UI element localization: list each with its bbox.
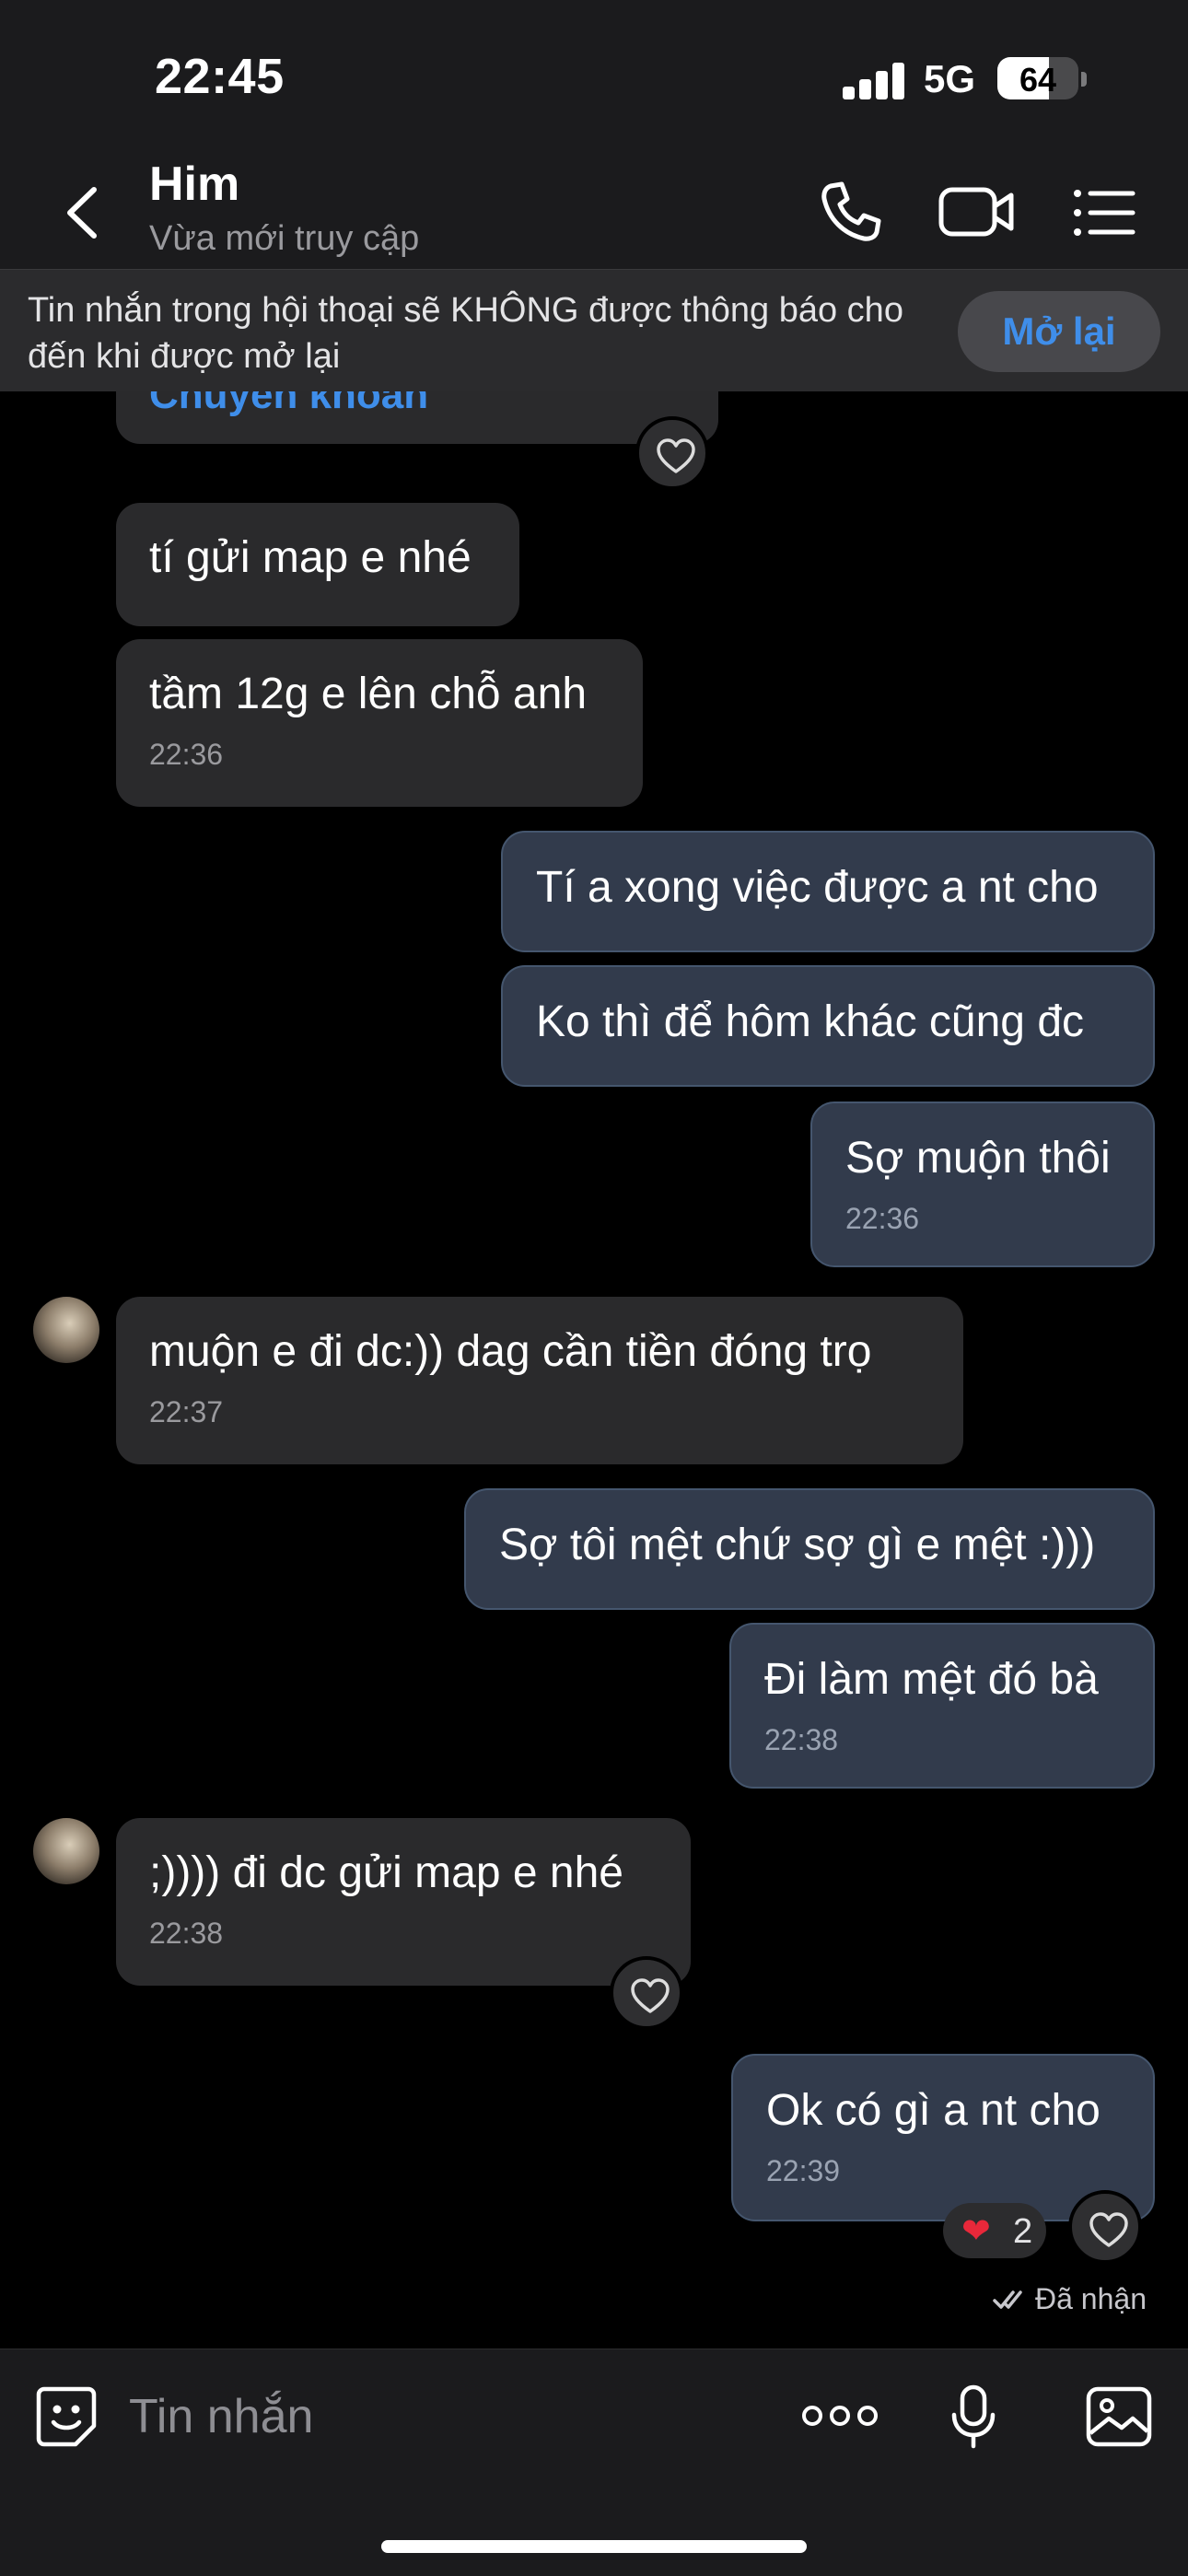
microphone-icon: [951, 2384, 996, 2449]
message-input[interactable]: [129, 2382, 774, 2452]
more-options-button[interactable]: [801, 2400, 879, 2431]
heart-reaction-button[interactable]: [610, 1956, 683, 2030]
battery-level: 64: [1019, 61, 1057, 99]
message-text: tầm 12g e lên chỗ anh: [149, 670, 588, 718]
message-text: Sợ muộn thôi: [845, 1134, 1111, 1183]
message-bubble-outgoing[interactable]: Đi làm mệt đó bà 22:38: [729, 1623, 1155, 1789]
message-bubble-outgoing[interactable]: Sợ muộn thôi 22:36: [810, 1102, 1155, 1267]
image-picker-button[interactable]: [1085, 2385, 1153, 2448]
heart-outline-icon: [631, 1978, 670, 2013]
video-call-button[interactable]: [938, 175, 1017, 249]
message-time: 22:37: [149, 1395, 224, 1428]
message-bubble-incoming[interactable]: tầm 12g e lên chỗ anh 22:36: [116, 639, 643, 807]
reopen-notifications-button[interactable]: Mở lại: [958, 291, 1160, 372]
message-bubble-outgoing[interactable]: Sợ tôi mệt chứ sợ gì e mệt :))): [464, 1488, 1155, 1610]
home-indicator[interactable]: [381, 2540, 807, 2553]
delivery-status: Đã nhận: [1035, 2282, 1147, 2315]
video-camera-icon: [938, 187, 1014, 237]
message-time: 22:36: [149, 738, 224, 771]
mute-notice-text: Tin nhắn trong hội thoại sẽ KHÔNG được t…: [28, 291, 903, 376]
message-time: 22:38: [764, 1723, 839, 1756]
heart-reaction-button[interactable]: [635, 416, 709, 490]
more-dots-icon: [802, 2406, 878, 2426]
emoji-button[interactable]: [33, 2384, 99, 2450]
phone-icon: [821, 181, 881, 241]
message-text: Ok có gì a nt cho: [766, 2086, 1101, 2135]
reaction-count: 2: [1013, 2212, 1033, 2251]
list-icon: [1074, 190, 1136, 236]
contact-name[interactable]: Him: [149, 157, 239, 212]
message-time: 22:38: [149, 1917, 224, 1950]
signal-icon: [843, 63, 905, 99]
menu-button[interactable]: [1070, 181, 1136, 245]
message-text: ;)))) đi dc gửi map e nhé: [149, 1848, 623, 1897]
emoji-sticker-icon: [36, 2386, 97, 2447]
message-bubble-outgoing[interactable]: Tí a xong việc được a nt cho: [501, 831, 1155, 952]
status-time: 22:45: [155, 49, 285, 104]
message-text: Sợ tôi mệt chứ sợ gì e mệt :))): [499, 1521, 1096, 1569]
presence-status: Vừa mới truy cập: [149, 219, 420, 258]
double-check-icon: [993, 2290, 1022, 2309]
message-bubble-incoming[interactable]: tí gửi map e nhé: [116, 503, 519, 626]
battery-cap: [1081, 72, 1087, 87]
heart-reaction-button[interactable]: [1068, 2190, 1142, 2264]
message-time: 22:36: [845, 1202, 920, 1235]
message-bubble-incoming[interactable]: muộn e đi dc:)) dag cần tiền đóng trọ 22…: [116, 1297, 963, 1464]
battery-icon: 64: [997, 57, 1078, 99]
message-text: Đi làm mệt đó bà: [764, 1655, 1099, 1704]
avatar[interactable]: [33, 1297, 99, 1363]
message-text: Tí a xong việc được a nt cho: [536, 863, 1099, 912]
message-time: 22:39: [766, 2154, 841, 2187]
reaction-heart-icon: ❤: [961, 2212, 991, 2251]
message-text: tí gửi map e nhé: [149, 533, 472, 582]
message-text: Ko thì để hôm khác cũng đc: [536, 997, 1085, 1046]
microphone-button[interactable]: [949, 2384, 998, 2450]
message-bubble-outgoing[interactable]: Ko thì để hôm khác cũng đc: [501, 965, 1155, 1087]
message-text: muộn e đi dc:)) dag cần tiền đóng trọ: [149, 1327, 872, 1376]
back-button[interactable]: [55, 181, 111, 245]
heart-outline-icon: [657, 438, 695, 473]
call-button[interactable]: [814, 175, 888, 249]
heart-outline-icon: [1089, 2212, 1128, 2247]
chevron-left-icon: [67, 187, 97, 239]
message-bubble-incoming[interactable]: ;)))) đi dc gửi map e nhé 22:38: [116, 1818, 691, 1986]
image-icon: [1086, 2386, 1152, 2447]
network-type: 5G: [924, 57, 976, 100]
avatar[interactable]: [33, 1818, 99, 1884]
